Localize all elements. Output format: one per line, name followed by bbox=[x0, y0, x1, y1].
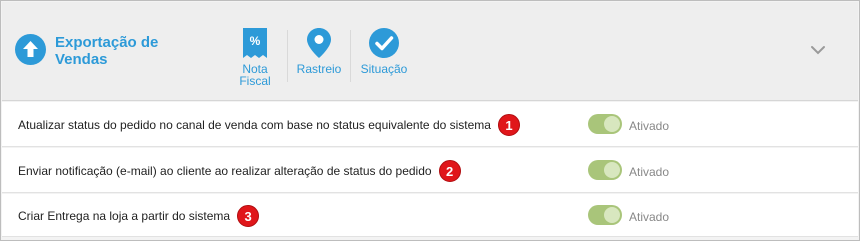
toggle-knob bbox=[604, 162, 620, 178]
setting-label-group: Atualizar status do pedido no canal de v… bbox=[18, 102, 520, 147]
toggle-status: Ativado bbox=[629, 210, 670, 224]
toggle-knob bbox=[604, 207, 620, 223]
step-badge: 3 bbox=[237, 204, 260, 227]
toggle-knob bbox=[604, 116, 620, 132]
setting-row: Enviar notificação (e-mail) ao cliente a… bbox=[2, 148, 858, 193]
panel: Exportação de Vendas % Nota Fiscal Rastr… bbox=[0, 0, 860, 241]
nav-divider bbox=[350, 30, 351, 82]
toggle-switch[interactable] bbox=[588, 205, 622, 225]
step-badge: 2 bbox=[438, 159, 461, 182]
nav-nota-fiscal[interactable]: % Nota Fiscal bbox=[231, 28, 279, 87]
receipt-percent-icon: % bbox=[243, 28, 267, 58]
toggle-status: Ativado bbox=[629, 119, 670, 133]
nav-situacao-label: Situação bbox=[360, 62, 408, 76]
setting-label: Enviar notificação (e-mail) ao cliente a… bbox=[18, 163, 432, 178]
page-title: Exportação de Vendas bbox=[55, 34, 159, 68]
nav-rastreio[interactable]: Rastreio bbox=[292, 28, 346, 75]
nav-nota-fiscal-label: Nota Fiscal bbox=[239, 62, 271, 88]
panel-header: Exportação de Vendas % Nota Fiscal Rastr… bbox=[2, 2, 858, 101]
nav-rastreio-label: Rastreio bbox=[296, 62, 342, 76]
chevron-down-icon[interactable] bbox=[808, 40, 828, 60]
setting-label-group: Criar Entrega na loja a partir do sistem… bbox=[18, 194, 260, 237]
step-badge: 1 bbox=[497, 113, 520, 136]
nav-divider bbox=[287, 30, 288, 82]
arrow-up-circle-icon bbox=[15, 34, 46, 65]
setting-label: Criar Entrega na loja a partir do sistem… bbox=[18, 208, 231, 223]
nav-situacao[interactable]: Situação bbox=[356, 28, 412, 75]
toggle-switch[interactable] bbox=[588, 114, 622, 134]
check-circle-icon bbox=[369, 28, 399, 58]
toggle-status: Ativado bbox=[629, 165, 670, 179]
location-pin-icon bbox=[307, 28, 331, 58]
setting-label: Atualizar status do pedido no canal de v… bbox=[18, 117, 491, 132]
setting-row: Criar Entrega na loja a partir do sistem… bbox=[2, 194, 858, 237]
setting-label-group: Enviar notificação (e-mail) ao cliente a… bbox=[18, 148, 461, 193]
svg-text:%: % bbox=[250, 34, 261, 48]
setting-row: Atualizar status do pedido no canal de v… bbox=[2, 102, 858, 147]
toggle-switch[interactable] bbox=[588, 160, 622, 180]
